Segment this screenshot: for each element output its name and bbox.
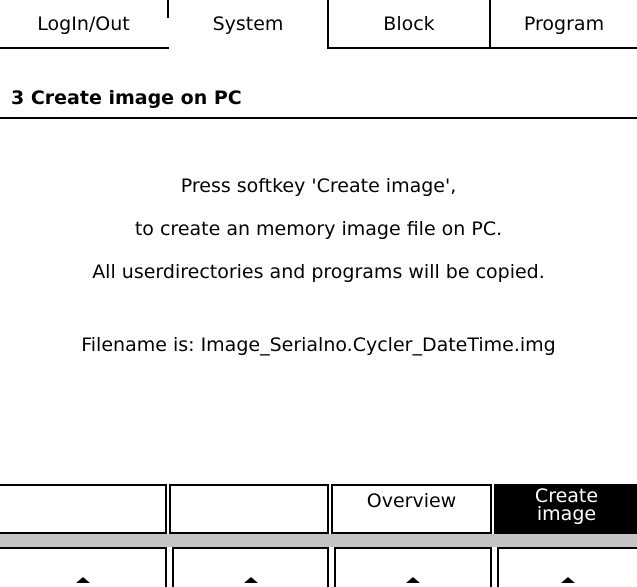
tab-label: Program: [523, 13, 605, 35]
softkey-create-image[interactable]: Create image: [494, 484, 637, 534]
title-divider: [0, 117, 637, 119]
instruction-line-2: to create an memory image file on PC.: [134, 218, 503, 240]
tab-system[interactable]: System: [169, 0, 327, 49]
up-arrow-icon: [75, 577, 90, 583]
hardkey-2[interactable]: [172, 547, 329, 587]
up-arrow-icon: [561, 577, 575, 583]
tab-label: System: [212, 13, 284, 35]
instruction-line-3: All userdirectories and programs will be…: [92, 261, 545, 283]
hardkey-row: [0, 547, 637, 587]
hardkey-1[interactable]: [0, 547, 167, 587]
page-title: 3 Create image on PC: [11, 87, 242, 109]
up-arrow-icon: [406, 577, 420, 583]
tab-bar: LogIn/Out System Block Program: [0, 0, 637, 50]
tab-divider: [167, 0, 169, 18]
tab-login-out[interactable]: LogIn/Out: [0, 0, 167, 49]
tab-underline: [0, 47, 169, 49]
tab-program[interactable]: Program: [491, 0, 637, 49]
softkey-2[interactable]: [169, 484, 329, 534]
tab-divider: [489, 0, 491, 49]
device-screen: LogIn/Out System Block Program 3 Create …: [0, 0, 637, 587]
softkey-label: Overview: [366, 490, 457, 512]
hardkey-4[interactable]: [497, 547, 637, 587]
up-arrow-icon: [243, 577, 258, 583]
tab-underline: [327, 47, 637, 49]
softkey-row: Overview Create image: [0, 484, 637, 534]
filename-info: Filename is: Image_Serialno.Cycler_DateT…: [81, 334, 556, 356]
instruction-line-1: Press softkey 'Create image',: [180, 175, 457, 197]
tab-block[interactable]: Block: [329, 0, 489, 49]
tab-divider: [327, 0, 329, 49]
softkey-overview[interactable]: Overview: [331, 484, 492, 534]
hardkey-3[interactable]: [334, 547, 492, 587]
tab-label: LogIn/Out: [37, 13, 130, 35]
tab-label: Block: [383, 13, 435, 35]
softkey-separator-band: [0, 534, 637, 547]
softkey-1[interactable]: [0, 484, 167, 534]
softkey-label-line-2: image: [536, 503, 597, 525]
